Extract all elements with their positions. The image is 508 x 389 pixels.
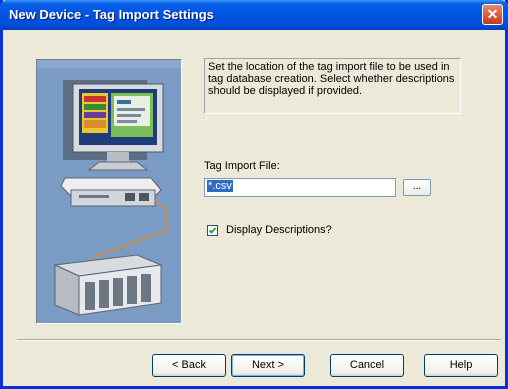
tag-import-file-input[interactable]: *.csv <box>204 178 396 197</box>
next-button[interactable]: Next > <box>231 354 305 377</box>
close-button[interactable]: ✕ <box>482 4 503 25</box>
display-descriptions-row[interactable]: Display Descriptions? <box>207 224 332 236</box>
help-button[interactable]: Help <box>424 354 498 377</box>
title-bar[interactable]: New Device - Tag Import Settings ✕ <box>0 0 508 30</box>
browse-button[interactable]: ... <box>403 179 431 196</box>
back-button[interactable]: < Back <box>152 354 226 377</box>
button-separator <box>17 339 501 341</box>
tag-import-file-label: Tag Import File: <box>204 160 280 172</box>
display-descriptions-label: Display Descriptions? <box>226 224 332 236</box>
wizard-illustration <box>36 59 182 324</box>
window-title: New Device - Tag Import Settings <box>9 7 214 22</box>
close-icon: ✕ <box>486 6 499 22</box>
tag-import-file-value: *.csv <box>207 180 233 192</box>
checkmark-icon <box>208 226 217 234</box>
computer-network-illustration <box>37 60 181 323</box>
display-descriptions-checkbox[interactable] <box>207 224 218 236</box>
cancel-button[interactable]: Cancel <box>330 354 404 377</box>
dialog-window: New Device - Tag Import Settings ✕ Set t… <box>0 0 508 389</box>
instructions-text: Set the location of the tag import file … <box>204 58 461 114</box>
